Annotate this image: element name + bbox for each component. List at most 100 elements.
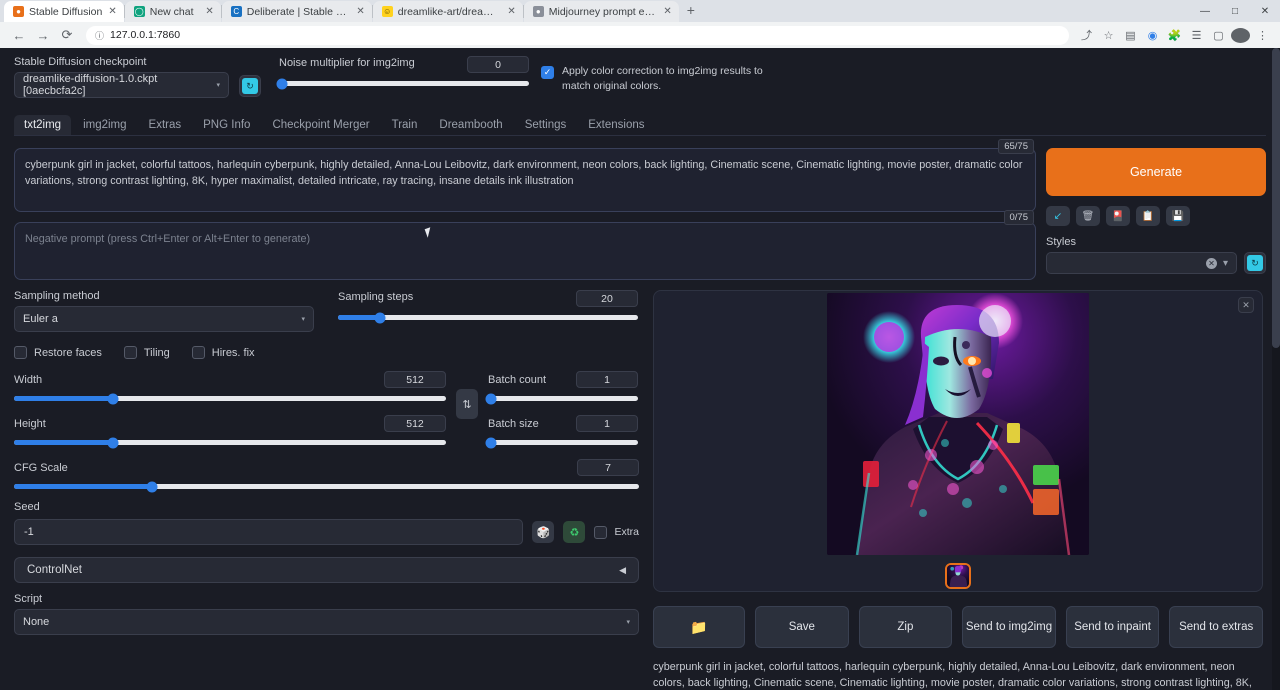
tiling-checkbox[interactable] — [124, 346, 137, 359]
maximize-button[interactable]: □ — [1220, 6, 1250, 17]
tab-extras[interactable]: Extras — [139, 115, 192, 135]
cfg-scale-slider[interactable] — [14, 484, 639, 489]
browser-tab-0[interactable]: ● Stable Diffusion ✕ — [4, 1, 124, 22]
batch-count-slider[interactable] — [488, 396, 638, 401]
zip-button[interactable]: Zip — [859, 606, 953, 648]
width-value[interactable]: 512 — [384, 371, 446, 388]
minimize-button[interactable]: — — [1190, 6, 1220, 17]
slider-knob[interactable] — [375, 312, 386, 323]
readinglist-icon[interactable]: ☰ — [1187, 29, 1206, 42]
styles-select[interactable]: ✕ ▾ — [1046, 252, 1237, 274]
puzzle-icon[interactable]: 🧩 — [1165, 29, 1184, 42]
new-tab-button[interactable]: + — [679, 2, 703, 20]
site-info-icon[interactable]: ⓘ — [95, 29, 104, 42]
restore-progress-icon[interactable]: ↙ — [1046, 206, 1070, 226]
slider-knob[interactable] — [486, 393, 497, 404]
back-icon[interactable]: ← — [8, 28, 30, 43]
slider-knob[interactable] — [146, 481, 157, 492]
restore-faces-toggle[interactable]: Restore faces — [14, 346, 102, 359]
generate-button[interactable]: Generate — [1046, 148, 1266, 196]
sidepanel-icon[interactable]: ▢ — [1209, 29, 1228, 42]
extra-networks-icon[interactable]: 🎴 — [1106, 206, 1130, 226]
script-select[interactable]: None ▾ — [14, 609, 639, 635]
scrollbar-thumb[interactable] — [1272, 48, 1280, 348]
height-slider[interactable] — [14, 440, 446, 445]
close-icon[interactable]: ✕ — [355, 6, 365, 17]
tab-extensions[interactable]: Extensions — [578, 115, 654, 135]
batch-count-value[interactable]: 1 — [576, 371, 638, 388]
generated-image[interactable] — [827, 293, 1089, 555]
sampling-steps-slider[interactable] — [338, 315, 638, 320]
close-gallery-button[interactable]: ✕ — [1238, 297, 1254, 313]
extension-orb-icon[interactable]: ◉ — [1143, 29, 1162, 42]
page-scrollbar[interactable] — [1272, 48, 1280, 690]
send-to-inpaint-button[interactable]: Send to inpaint — [1066, 606, 1160, 648]
batch-size-slider[interactable] — [488, 440, 638, 445]
swap-dimensions-button[interactable]: ⇅ — [456, 389, 478, 419]
batch-size-value[interactable]: 1 — [576, 415, 638, 432]
styles-refresh-button[interactable]: ↻ — [1244, 252, 1266, 274]
height-value[interactable]: 512 — [384, 415, 446, 432]
sampling-method-select[interactable]: Euler a ▾ — [14, 306, 314, 332]
controlnet-accordion[interactable]: ControlNet ◀ — [14, 557, 639, 583]
open-folder-button[interactable]: 📁 — [653, 606, 745, 648]
window-close-button[interactable]: ✕ — [1250, 6, 1280, 17]
share-icon[interactable]: ⤴ — [1077, 27, 1096, 43]
gallery-thumbnail-0[interactable] — [945, 563, 971, 589]
browser-tab-4[interactable]: ● Midjourney prompt examples : L ✕ — [524, 1, 679, 22]
browser-tab-3[interactable]: ☺ dreamlike-art/dreamlike-diffusio ✕ — [373, 1, 523, 22]
reuse-seed-button[interactable]: ♻ — [563, 521, 585, 543]
send-to-img2img-button[interactable]: Send to img2img — [962, 606, 1056, 648]
negative-prompt-input[interactable]: Negative prompt (press Ctrl+Enter or Alt… — [14, 222, 1036, 280]
save-button[interactable]: Save — [755, 606, 849, 648]
checkpoint-refresh-button[interactable]: ↻ — [239, 75, 261, 97]
tab-dreambooth[interactable]: Dreambooth — [429, 115, 512, 135]
noise-multiplier-slider[interactable] — [279, 81, 529, 86]
slider-knob[interactable] — [108, 393, 119, 404]
tiling-toggle[interactable]: Tiling — [124, 346, 170, 359]
paste-style-icon[interactable]: 📋 — [1136, 206, 1160, 226]
extra-seed-checkbox[interactable] — [594, 526, 607, 539]
positive-prompt-input[interactable]: cyberpunk girl in jacket, colorful tatto… — [14, 148, 1036, 212]
profile-icon[interactable]: ● — [1231, 28, 1250, 43]
menu-icon[interactable]: ⋮ — [1253, 29, 1272, 42]
tab-checkpoint-merger[interactable]: Checkpoint Merger — [262, 115, 379, 135]
tab-img2img[interactable]: img2img — [73, 115, 136, 135]
tab-png-info[interactable]: PNG Info — [193, 115, 260, 135]
color-correction-group[interactable]: ✓ Apply color correction to img2img resu… — [541, 56, 781, 94]
close-icon[interactable]: ✕ — [506, 6, 516, 17]
send-to-extras-button[interactable]: Send to extras — [1169, 606, 1263, 648]
extra-seed-toggle[interactable]: Extra — [594, 526, 639, 539]
batch-size-label: Batch size — [488, 418, 539, 430]
cfg-scale-value[interactable]: 7 — [577, 459, 639, 476]
reload-icon[interactable]: ⟳ — [56, 27, 78, 43]
tab-txt2img[interactable]: txt2img — [14, 115, 71, 135]
clear-icon[interactable]: ✕ — [1206, 258, 1217, 269]
close-icon[interactable]: ✕ — [107, 6, 117, 17]
tab-train[interactable]: Train — [382, 115, 428, 135]
browser-tab-1[interactable]: ◯ New chat ✕ — [125, 1, 221, 22]
noise-multiplier-value[interactable]: 0 — [467, 56, 529, 73]
media-icon[interactable]: ▤ — [1121, 29, 1140, 42]
clear-prompt-icon[interactable]: 🗑 — [1076, 206, 1100, 226]
close-icon[interactable]: ✕ — [662, 6, 672, 17]
width-slider[interactable] — [14, 396, 446, 401]
save-style-icon[interactable]: 💾 — [1166, 206, 1190, 226]
color-correction-checkbox[interactable]: ✓ — [541, 66, 554, 79]
hires-fix-toggle[interactable]: Hires. fix — [192, 346, 255, 359]
address-bar[interactable]: ⓘ 127.0.0.1:7860 — [86, 26, 1069, 45]
random-seed-button[interactable]: 🎲 — [532, 521, 554, 543]
close-icon[interactable]: ✕ — [204, 6, 214, 17]
hires-fix-checkbox[interactable] — [192, 346, 205, 359]
restore-faces-checkbox[interactable] — [14, 346, 27, 359]
slider-knob[interactable] — [486, 437, 497, 448]
browser-tab-2[interactable]: C Deliberate | Stable Diffusion Che ✕ — [222, 1, 372, 22]
seed-input[interactable]: -1 — [14, 519, 523, 545]
checkpoint-select[interactable]: dreamlike-diffusion-1.0.ckpt [0aecbcfa2c… — [14, 72, 229, 98]
slider-knob[interactable] — [108, 437, 119, 448]
tab-settings[interactable]: Settings — [515, 115, 577, 135]
sampling-steps-value[interactable]: 20 — [576, 290, 638, 307]
forward-icon[interactable]: → — [32, 28, 54, 43]
slider-knob[interactable] — [276, 78, 287, 89]
bookmark-icon[interactable]: ☆ — [1099, 29, 1118, 42]
